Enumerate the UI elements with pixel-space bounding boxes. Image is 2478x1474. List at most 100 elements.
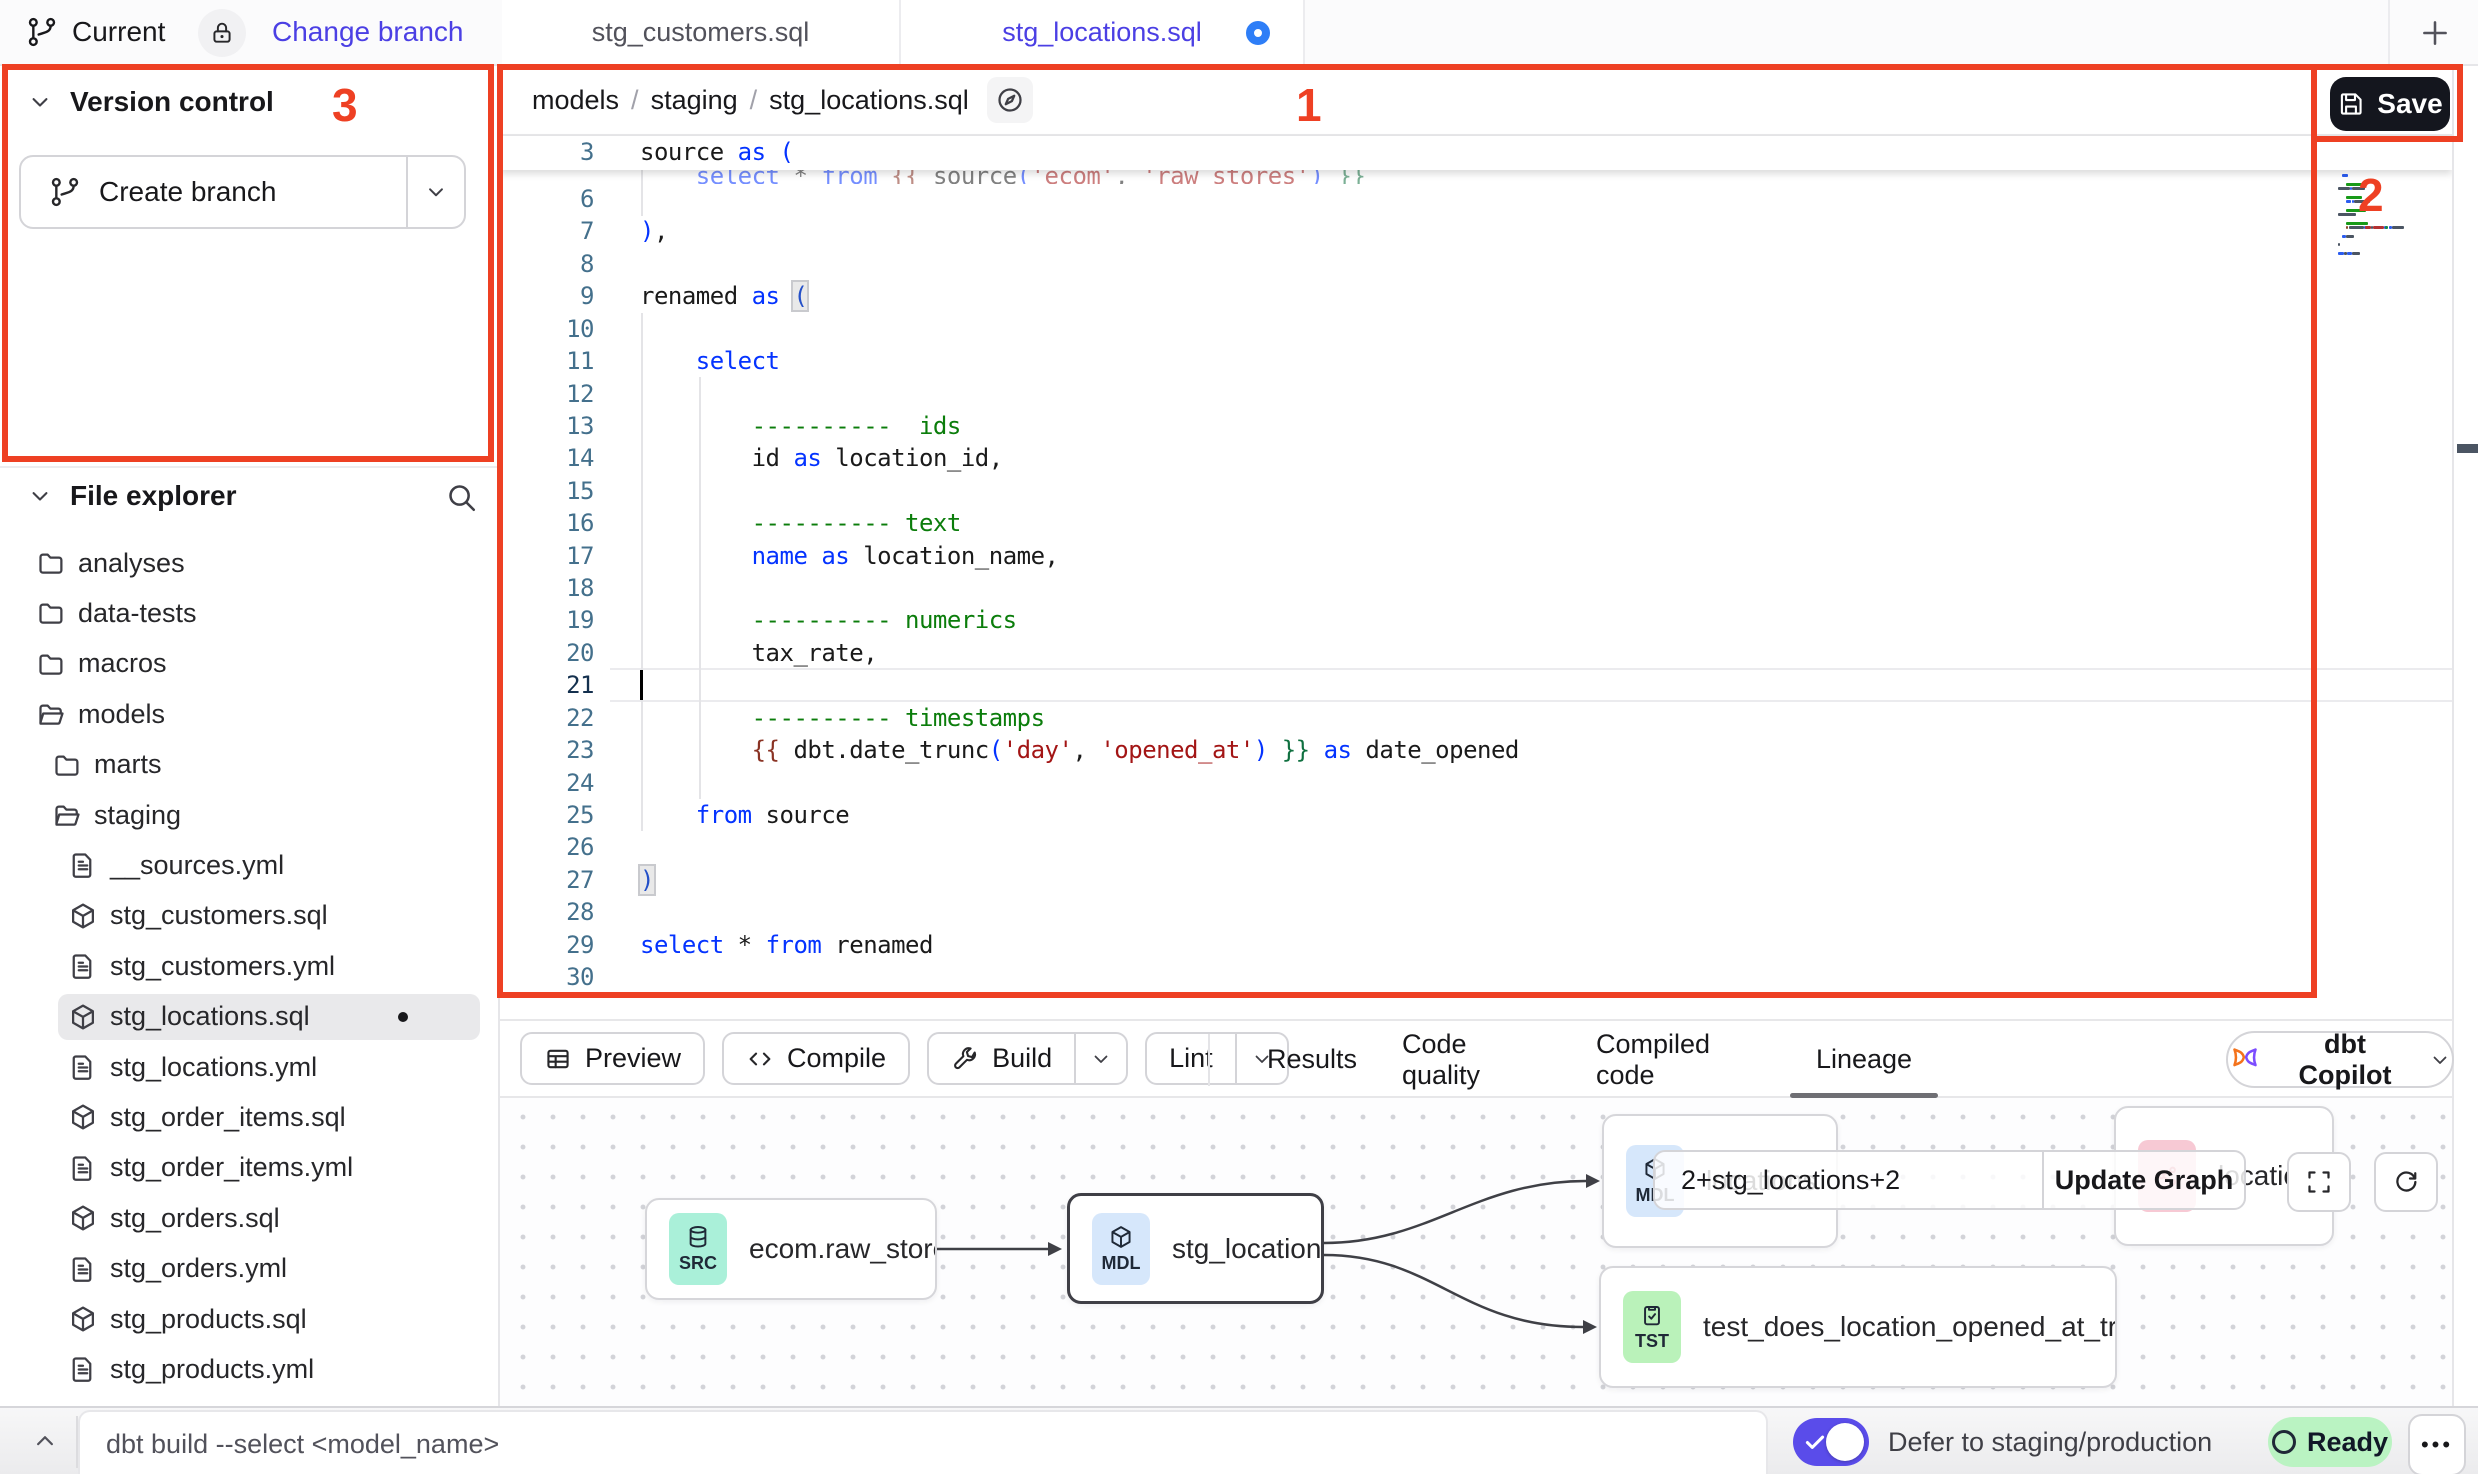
- lineage-node-test-does-location-opened-at-trunc-t-[interactable]: TSTtest_does_location_opened_at_trunc_t.…: [1599, 1266, 2117, 1388]
- copy-branch-icon[interactable]: [442, 15, 478, 51]
- lineage-selector-input[interactable]: 2+stg_locations+2: [1655, 1152, 2042, 1208]
- change-branch-link[interactable]: Change branch: [272, 0, 463, 64]
- indent-guide: [641, 170, 643, 216]
- line-number: 12: [500, 378, 610, 411]
- code-text: [610, 313, 640, 346]
- search-icon[interactable]: [444, 480, 478, 514]
- file-tree-item-stg-customers-sql[interactable]: stg_customers.sql: [0, 891, 498, 941]
- code-line-15[interactable]: 15: [500, 475, 2452, 508]
- defer-toggle[interactable]: [1793, 1418, 1869, 1466]
- collapse-panel-button[interactable]: [22, 1421, 68, 1461]
- badge-label: SRC: [679, 1253, 717, 1274]
- new-tab-button[interactable]: [2408, 12, 2462, 54]
- code-text: [610, 767, 640, 800]
- code-line-25[interactable]: 25 from source: [500, 799, 2452, 832]
- panel-tab-compiled-code[interactable]: Compiled code: [1596, 1021, 1768, 1098]
- code-line-27[interactable]: 27): [500, 864, 2452, 897]
- code-line-22[interactable]: 22 ---------- timestamps: [500, 702, 2452, 735]
- update-graph-button[interactable]: Update Graph: [2044, 1152, 2244, 1208]
- version-control-header[interactable]: Version control: [26, 86, 274, 118]
- file-tree-item-stg-orders-yml[interactable]: stg_orders.yml: [0, 1244, 498, 1294]
- lineage-node-ecom-raw-stores[interactable]: SRCecom.raw_stores: [645, 1198, 937, 1300]
- code-line-26[interactable]: 26: [500, 831, 2452, 864]
- create-branch-dropdown[interactable]: [406, 157, 464, 227]
- file-explorer-header[interactable]: File explorer: [26, 480, 237, 512]
- file-tree-item-stg-locations-yml[interactable]: stg_locations.yml: [0, 1042, 498, 1092]
- file-tree-item-staging[interactable]: staging: [0, 790, 498, 840]
- panel-tab-code-quality[interactable]: Code quality: [1402, 1021, 1546, 1098]
- command-input[interactable]: dbt build --select <model_name>: [78, 1410, 1768, 1474]
- editor-minimap[interactable]: [2338, 140, 2444, 340]
- code-line-14[interactable]: 14 id as location_id,: [500, 442, 2452, 475]
- node-badge: TST: [1623, 1291, 1681, 1363]
- file-tree-item-data-tests[interactable]: data-tests: [0, 588, 498, 638]
- file-tree-item-models[interactable]: models: [0, 689, 498, 739]
- code-line-21[interactable]: 21: [500, 669, 2452, 702]
- code-text: [610, 896, 640, 929]
- file-tree-item-stg-locations-sql[interactable]: stg_locations.sql: [0, 992, 498, 1042]
- code-line-28[interactable]: 28: [500, 896, 2452, 929]
- line-number: 6: [500, 183, 610, 216]
- file-tree-item-analyses[interactable]: analyses: [0, 538, 498, 588]
- more-options-button[interactable]: •••: [2408, 1414, 2466, 1474]
- code-line-29[interactable]: 29select * from renamed: [500, 929, 2452, 962]
- fullscreen-button[interactable]: [2287, 1152, 2351, 1212]
- code-line-23[interactable]: 23 {{ dbt.date_trunc('day', 'opened_at')…: [500, 734, 2452, 767]
- breadcrumb-segment[interactable]: stg_locations.sql: [769, 85, 969, 116]
- code-line-6[interactable]: 6: [500, 183, 2452, 216]
- compile-button[interactable]: Compile: [722, 1032, 910, 1085]
- code-line-11[interactable]: 11 select: [500, 345, 2452, 378]
- minimap-line: [2373, 226, 2385, 229]
- code-line-12[interactable]: 12: [500, 378, 2452, 411]
- tab-stg-locations-sql[interactable]: stg_locations.sql: [901, 0, 1303, 64]
- file-tree-item--sources-yml[interactable]: __sources.yml: [0, 840, 498, 890]
- preview-button[interactable]: Preview: [520, 1032, 705, 1085]
- sidebar-divider: [0, 466, 500, 468]
- code-line-17[interactable]: 17 name as location_name,: [500, 540, 2452, 573]
- breadcrumb-segment[interactable]: models: [532, 85, 619, 116]
- code-line-13[interactable]: 13 ---------- ids: [500, 410, 2452, 443]
- code-line-18[interactable]: 18: [500, 572, 2452, 605]
- code-line-9[interactable]: 9renamed as (: [500, 280, 2452, 313]
- code-line-20[interactable]: 20 tax_rate,: [500, 637, 2452, 670]
- refresh-button[interactable]: [2374, 1152, 2438, 1212]
- folder-icon: [36, 548, 66, 578]
- panel-tab-results[interactable]: Results: [1266, 1021, 1358, 1098]
- line-number: 14: [500, 442, 610, 475]
- file-tree-item-stg-products-sql[interactable]: stg_products.sql: [0, 1294, 498, 1344]
- minimap-line: [2346, 183, 2362, 186]
- status-circle-icon: [2272, 1430, 2296, 1454]
- file-tree-item-macros[interactable]: macros: [0, 639, 498, 689]
- code-line-8[interactable]: 8: [500, 248, 2452, 281]
- breadcrumb: models/staging/stg_locations.sql: [532, 85, 969, 116]
- tab-stg-customers-sql[interactable]: stg_customers.sql: [502, 0, 899, 64]
- scrollbar-handle[interactable]: [2457, 444, 2478, 453]
- file-tree-item-stg-customers-yml[interactable]: stg_customers.yml: [0, 941, 498, 991]
- file-tree-item-stg-orders-sql[interactable]: stg_orders.sql: [0, 1193, 498, 1243]
- code-line-7[interactable]: 7),: [500, 215, 2452, 248]
- lineage-node-stg-locations[interactable]: MDLstg_locations: [1067, 1193, 1324, 1304]
- code-line-24[interactable]: 24: [500, 767, 2452, 800]
- lineage-canvas[interactable]: SRCecom.raw_stores MDLstg_locations TSTtes…: [500, 1098, 2452, 1406]
- file-tree-item-stg-products-yml[interactable]: stg_products.yml: [0, 1344, 498, 1394]
- file-tree-item-stg-order-items-sql[interactable]: stg_order_items.sql: [0, 1092, 498, 1142]
- minimap-line: [2352, 252, 2360, 255]
- build-dropdown[interactable]: [1074, 1034, 1126, 1083]
- breadcrumb-segment[interactable]: staging: [651, 85, 738, 116]
- build-button[interactable]: Build: [927, 1032, 1128, 1085]
- code-line-16[interactable]: 16 ---------- text: [500, 507, 2452, 540]
- current-branch-button[interactable]: Current: [26, 0, 165, 64]
- lineage-compass-button[interactable]: [987, 77, 1033, 123]
- file-tree-item-stg-order-items-yml[interactable]: stg_order_items.yml: [0, 1143, 498, 1193]
- file-tree-item-marts[interactable]: marts: [0, 740, 498, 790]
- save-button[interactable]: Save: [2330, 77, 2450, 131]
- unsaved-dot: [398, 1012, 408, 1022]
- code-line-10[interactable]: 10: [500, 313, 2452, 346]
- code-line-19[interactable]: 19 ---------- numerics: [500, 604, 2452, 637]
- create-branch-button[interactable]: Create branch: [19, 155, 466, 229]
- indent-guide: [699, 377, 701, 799]
- code-line-30[interactable]: 30: [500, 961, 2452, 994]
- help-icon[interactable]: [2220, 1424, 2256, 1460]
- dbt-copilot-button[interactable]: dbt Copilot: [2226, 1031, 2454, 1088]
- panel-tab-lineage[interactable]: Lineage: [1818, 1021, 1910, 1098]
